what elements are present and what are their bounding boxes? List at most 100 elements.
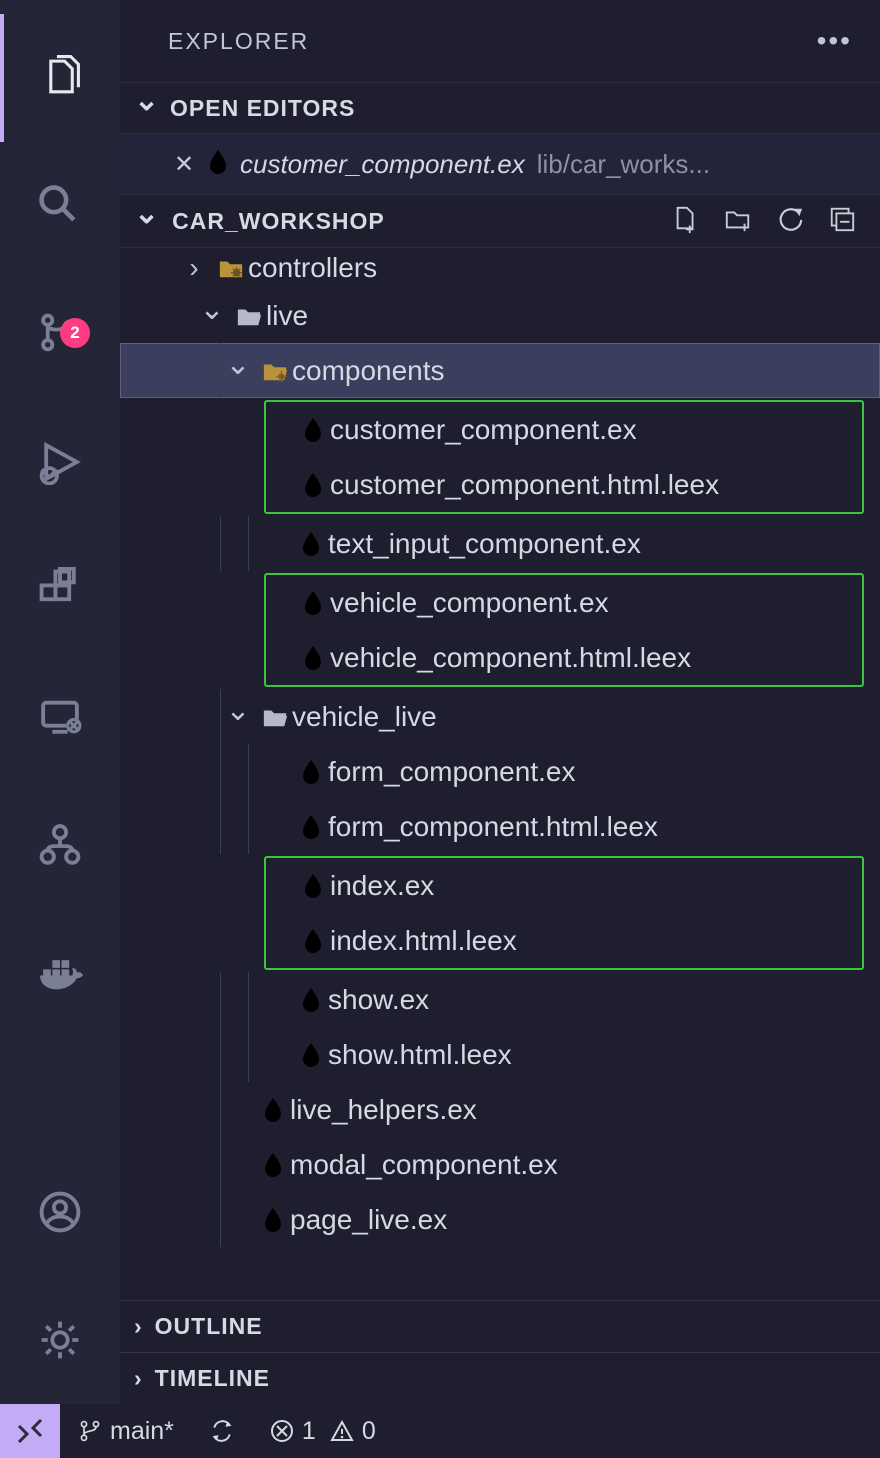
tree-file[interactable]: customer_component.ex (266, 402, 862, 457)
explorer-more-icon[interactable]: ••• (817, 25, 852, 57)
chevron-down-icon (134, 208, 160, 235)
folder-label: controllers (248, 252, 880, 284)
elixir-icon (296, 873, 330, 899)
elixir-icon (294, 1042, 328, 1068)
status-remote-button[interactable] (0, 1404, 60, 1458)
file-label: live_helpers.ex (290, 1094, 880, 1126)
tree-file[interactable]: page_live.ex (120, 1192, 880, 1247)
folder-open-icon (258, 704, 292, 730)
file-label: index.html.leex (330, 925, 862, 957)
file-tree: controllers live components customer_com… (120, 248, 880, 1300)
scm-badge: 2 (60, 318, 90, 348)
elixir-icon (256, 1152, 290, 1178)
workspace-actions (672, 205, 880, 238)
activity-bar: 2 (0, 0, 120, 1404)
elixir-icon (294, 759, 328, 785)
tree-file[interactable]: text_input_component.ex (120, 516, 880, 571)
explorer-sidebar: EXPLORER ••• OPEN EDITORS ✕ customer_com… (120, 0, 880, 1404)
workspace-header[interactable]: CAR_WORKSHOP (120, 194, 880, 248)
file-label: show.html.leex (328, 1039, 880, 1071)
folder-label: vehicle_live (292, 701, 880, 733)
elixir-icon (296, 645, 330, 671)
explorer-header: EXPLORER ••• (120, 0, 880, 82)
timeline-header[interactable]: TIMELINE (120, 1352, 880, 1404)
tree-file[interactable]: vehicle_component.html.leex (266, 630, 862, 685)
status-branch[interactable]: main* (60, 1404, 192, 1458)
file-label: customer_component.html.leex (330, 469, 862, 501)
open-editors-header[interactable]: OPEN EDITORS (120, 82, 880, 134)
tree-file[interactable]: index.ex (266, 858, 862, 913)
tree-file[interactable]: modal_component.ex (120, 1137, 880, 1192)
status-sync[interactable] (192, 1404, 252, 1458)
file-label: page_live.ex (290, 1204, 880, 1236)
tree-folder-vehicle-live[interactable]: vehicle_live (120, 689, 880, 744)
close-icon[interactable]: ✕ (172, 150, 196, 179)
outline-header[interactable]: OUTLINE (120, 1300, 880, 1352)
elixir-icon (296, 417, 330, 443)
elixir-icon (296, 472, 330, 498)
tree-folder-components[interactable]: components (120, 343, 880, 398)
file-label: text_input_component.ex (328, 528, 880, 560)
chevron-down-icon (224, 355, 252, 387)
warning-count: 0 (362, 1417, 376, 1446)
chevron-down-icon (134, 95, 158, 122)
activity-docker[interactable] (0, 910, 120, 1038)
branch-name: main* (110, 1417, 174, 1446)
elixir-icon (296, 590, 330, 616)
file-label: vehicle_component.html.leex (330, 642, 862, 674)
activity-scm[interactable]: 2 (0, 270, 120, 398)
status-problems[interactable]: 1 0 (252, 1404, 394, 1458)
tree-file[interactable]: vehicle_component.ex (266, 575, 862, 630)
activity-settings[interactable] (0, 1276, 120, 1404)
tree-file[interactable]: form_component.ex (120, 744, 880, 799)
new-file-icon[interactable] (672, 205, 700, 238)
collapse-icon[interactable] (828, 205, 856, 238)
file-label: vehicle_component.ex (330, 587, 862, 619)
elixir-icon (296, 928, 330, 954)
tree-file[interactable]: show.ex (120, 972, 880, 1027)
activity-extensions[interactable] (0, 526, 120, 654)
open-editor-path: lib/car_works... (537, 149, 710, 180)
tree-file[interactable]: form_component.html.leex (120, 799, 880, 854)
error-count: 1 (302, 1417, 316, 1446)
activity-explorer[interactable] (0, 14, 120, 142)
chevron-down-icon (224, 701, 252, 733)
tree-folder-live[interactable]: live (120, 288, 880, 343)
folder-open-icon (232, 303, 266, 329)
elixir-icon (294, 987, 328, 1013)
activity-git-graph[interactable] (0, 782, 120, 910)
folder-config-open-icon (258, 358, 292, 384)
activity-debug[interactable] (0, 398, 120, 526)
chevron-right-icon (134, 1365, 143, 1392)
activity-account[interactable] (0, 1148, 120, 1276)
elixir-icon (208, 149, 228, 180)
new-folder-icon[interactable] (724, 205, 752, 238)
open-editor-item[interactable]: ✕ customer_component.ex lib/car_works... (120, 134, 880, 194)
status-bar: main* 1 0 (0, 1404, 880, 1458)
chevron-right-icon (134, 1313, 143, 1340)
open-editor-name: customer_component.ex (240, 149, 525, 180)
folder-config-icon (214, 255, 248, 281)
tree-file[interactable]: customer_component.html.leex (266, 457, 862, 512)
elixir-icon (294, 814, 328, 840)
highlight-box: customer_component.ex customer_component… (264, 400, 864, 514)
folder-label: components (292, 355, 880, 387)
chevron-down-icon (198, 300, 226, 332)
elixir-icon (294, 531, 328, 557)
tree-file[interactable]: live_helpers.ex (120, 1082, 880, 1137)
explorer-title: EXPLORER (168, 28, 309, 55)
refresh-icon[interactable] (776, 205, 804, 238)
timeline-title: TIMELINE (155, 1365, 270, 1392)
file-label: form_component.html.leex (328, 811, 880, 843)
tree-file[interactable]: index.html.leex (266, 913, 862, 968)
activity-remote-explorer[interactable] (0, 654, 120, 782)
chevron-right-icon (180, 252, 208, 284)
highlight-box: index.ex index.html.leex (264, 856, 864, 970)
file-label: modal_component.ex (290, 1149, 880, 1181)
tree-file[interactable]: show.html.leex (120, 1027, 880, 1082)
folder-label: live (266, 300, 880, 332)
tree-folder-controllers[interactable]: controllers (120, 248, 880, 288)
activity-search[interactable] (0, 142, 120, 270)
open-editors-title: OPEN EDITORS (170, 95, 355, 122)
file-label: customer_component.ex (330, 414, 862, 446)
